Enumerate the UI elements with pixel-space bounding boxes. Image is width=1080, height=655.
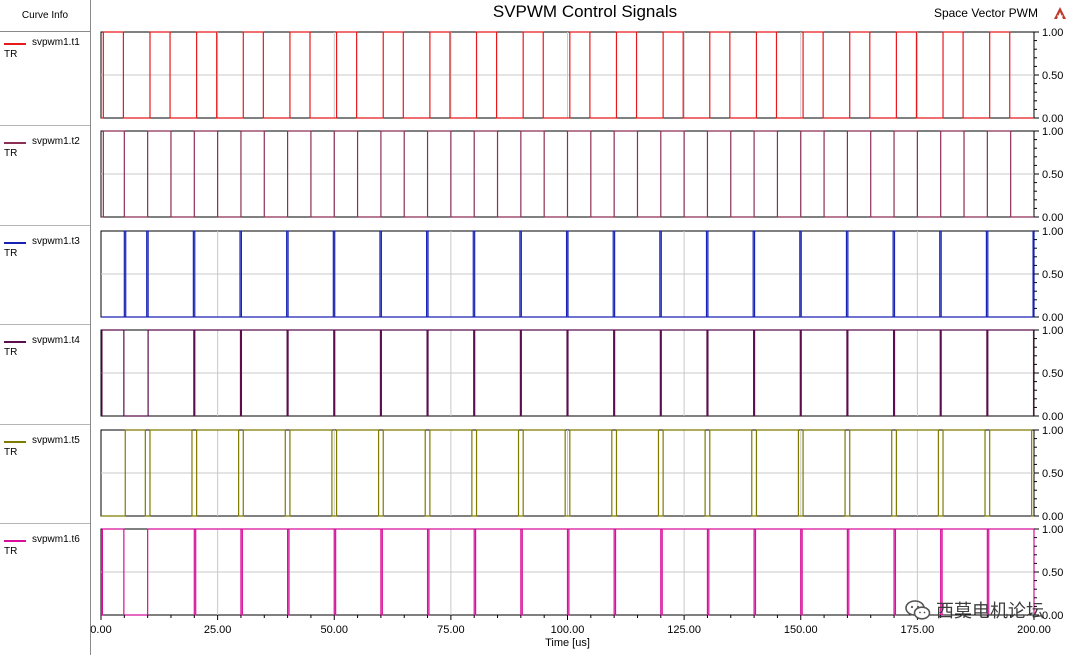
wechat-icon — [905, 600, 931, 620]
y-tick-label: 1.00 — [1042, 325, 1063, 337]
x-tick-label: 100.00 — [551, 624, 585, 636]
y-tick-label: 1.00 — [1042, 226, 1063, 238]
y-tick-label: 1.00 — [1042, 126, 1063, 138]
y-tick-label: 0.00 — [1042, 212, 1063, 224]
x-tick-label: 0.00 — [90, 624, 111, 636]
y-tick-label: 1.00 — [1042, 27, 1063, 39]
y-tick-label: 0.50 — [1042, 70, 1063, 82]
series-svpwm1.t4-line — [101, 329, 1035, 417]
x-tick-label: 50.00 — [320, 624, 348, 636]
x-tick-label: 150.00 — [784, 624, 818, 636]
y-tick-label: 0.00 — [1042, 312, 1063, 324]
x-tick-label: 75.00 — [437, 624, 465, 636]
y-tick-label: 0.50 — [1042, 468, 1063, 480]
x-tick-label: 200.00 — [1017, 624, 1051, 636]
x-axis-label: Time [us] — [545, 637, 590, 649]
series-svpwm1.t6-line — [101, 528, 1035, 616]
y-tick-label: 0.00 — [1042, 113, 1063, 125]
y-tick-label: 0.00 — [1042, 411, 1063, 423]
plot-area: 0.000.501.000.000.501.000.000.501.000.00… — [90, 27, 1063, 649]
y-tick-label: 0.50 — [1042, 567, 1063, 579]
x-tick-label: 175.00 — [901, 624, 935, 636]
y-tick-label: 0.50 — [1042, 169, 1063, 181]
series-svpwm1.t2-line — [101, 130, 1034, 218]
watermark-text: 西莫电机论坛 — [936, 601, 1044, 621]
series-svpwm1.t3-line — [101, 230, 1035, 318]
y-tick-label: 0.00 — [1042, 610, 1063, 622]
x-tick-label: 25.00 — [204, 624, 232, 636]
y-tick-label: 0.50 — [1042, 269, 1063, 281]
x-tick-label: 125.00 — [667, 624, 701, 636]
y-tick-label: 0.50 — [1042, 368, 1063, 380]
watermark: 西莫电机论坛 — [904, 597, 1044, 623]
y-tick-label: 1.00 — [1042, 524, 1063, 536]
y-tick-label: 1.00 — [1042, 425, 1063, 437]
y-tick-label: 0.00 — [1042, 511, 1063, 523]
